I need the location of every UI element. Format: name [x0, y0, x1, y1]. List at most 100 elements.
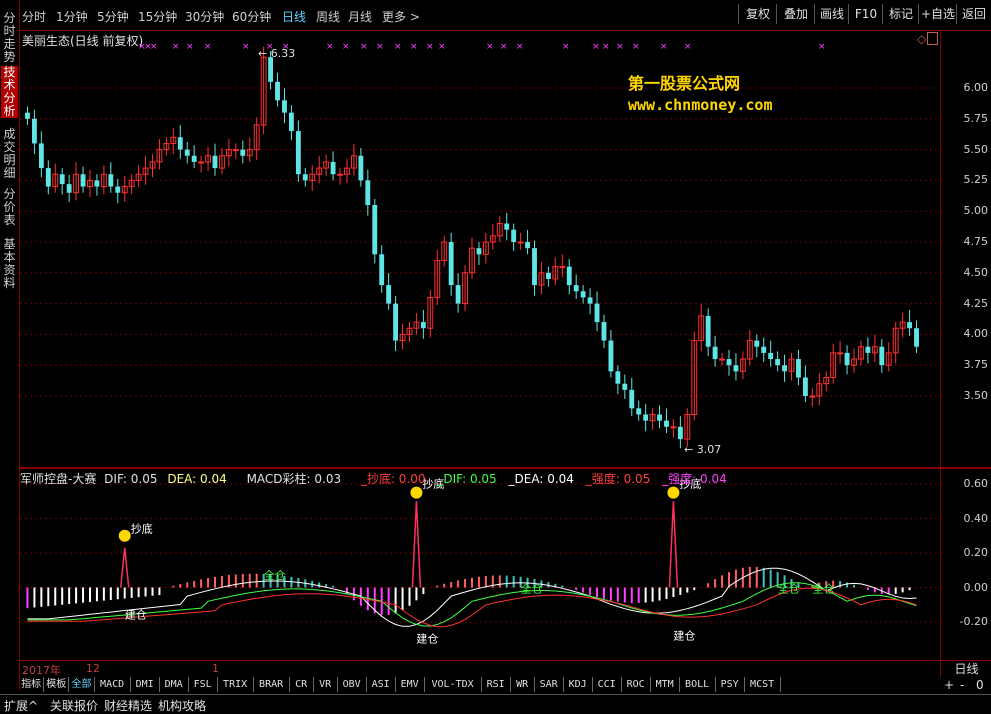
signal-marker: ×: [186, 42, 194, 52]
candle-body: [511, 229, 517, 242]
smiley-icon: [667, 486, 680, 499]
high-price-label: ← 6.33: [258, 47, 295, 60]
candle-body: [865, 346, 871, 353]
indicator-tab-voltdx[interactable]: VOL-TDX: [425, 677, 482, 692]
candle-body: [504, 223, 510, 230]
indicator-tab-macd[interactable]: MACD: [95, 677, 131, 692]
zoom-out-button[interactable]: -: [960, 678, 964, 692]
panel-divider[interactable]: [20, 467, 991, 469]
candle-body: [712, 346, 718, 360]
candle-body: [420, 322, 426, 329]
indicator-tab-dma[interactable]: DMA: [160, 677, 189, 692]
indicator-tab-kdj[interactable]: KDJ: [564, 677, 593, 692]
signal-marker: ×: [376, 42, 384, 52]
indicator-tab-cr[interactable]: CR: [290, 677, 314, 692]
candle-body: [177, 137, 183, 150]
candle-body: [670, 426, 677, 429]
indicator-tab-sar[interactable]: SAR: [535, 677, 564, 692]
tab-timeframe-30min[interactable]: 30分钟: [185, 8, 224, 25]
candle-body: [448, 242, 454, 286]
indicator-tab-asi[interactable]: ASI: [367, 677, 396, 692]
indicator-tab-cci[interactable]: CCI: [593, 677, 622, 692]
candle-body: [782, 365, 787, 372]
candle-body: [282, 100, 287, 113]
signal-marker: ×: [592, 42, 600, 52]
institution-tab[interactable]: 机构攻略: [158, 697, 206, 714]
related-quotes-tab[interactable]: 关联报价: [50, 697, 98, 714]
signal-marker: ×: [818, 42, 826, 52]
side-tab-technical[interactable]: 技术分析: [1, 66, 18, 118]
indicator-chart[interactable]: 抄底抄底 抄底建仓建仓 建仓全仓全仓 全仓 全仓: [20, 470, 940, 660]
date-month-12: 12: [86, 662, 100, 675]
side-tab-trades[interactable]: 成交明细: [1, 128, 18, 180]
signal-marker: ×: [632, 42, 640, 52]
candle-body: [629, 389, 635, 409]
indicator-tab-psy[interactable]: PSY: [716, 677, 745, 692]
indicator-tab-emv[interactable]: EMV: [396, 677, 425, 692]
indicator-tab-brar[interactable]: BRAR: [254, 677, 290, 692]
tab-timeframe-1min[interactable]: 1分钟: [56, 8, 88, 25]
indicator-tab-[interactable]: 模板: [44, 677, 70, 692]
signal-marker: ×: [282, 42, 290, 52]
indicator-tab-[interactable]: 全部: [69, 677, 95, 692]
f10-button[interactable]: F10: [848, 4, 883, 24]
indicator-tabs: 指标 模板 全部 MACD DMI DMA FSL TRIX BRAR CR VR OBV ASI EMV…: [19, 676, 781, 693]
expand-tab[interactable]: 扩展^: [4, 697, 38, 714]
window-toggle-icon[interactable]: [927, 32, 938, 45]
indicator-tab-trix[interactable]: TRIX: [218, 677, 254, 692]
signal-marker: ×: [684, 42, 692, 52]
candle-body: [525, 242, 530, 249]
price-tick: 3.50: [963, 389, 989, 402]
indicator-tab-mcst[interactable]: MCST: [745, 677, 781, 692]
indicator-tab-roc[interactable]: ROC: [622, 677, 651, 692]
zoom-in-button[interactable]: +: [944, 678, 954, 692]
candle-body: [796, 359, 801, 378]
tab-timeframe-more[interactable]: 更多 >: [382, 8, 420, 25]
mark-button[interactable]: 标记: [882, 4, 919, 24]
finance-picks-tab[interactable]: 财经精选: [104, 697, 152, 714]
smiley-icon: [410, 486, 423, 499]
candle-body: [594, 303, 600, 323]
tab-timeframe-daily[interactable]: 日线: [282, 8, 306, 25]
restore-right-button[interactable]: 复权: [738, 4, 777, 24]
candle-body: [761, 346, 767, 353]
diamond-icon[interactable]: ◇: [917, 32, 926, 46]
indicator-tab-vr[interactable]: VR: [314, 677, 338, 692]
indicator-tab-dmi[interactable]: DMI: [131, 677, 160, 692]
signal-marker: ×: [660, 42, 668, 52]
indicator-tab-[interactable]: 指标: [19, 677, 45, 692]
side-tab-fenshi[interactable]: 分时走势: [1, 12, 18, 64]
tab-timeframe-60min[interactable]: 60分钟: [232, 8, 271, 25]
draw-line-button[interactable]: 画线: [814, 4, 849, 24]
indicator-tab-obv[interactable]: OBV: [338, 677, 367, 692]
left-side-tabs: 分时走势 技术分析 成交明细 分价表 基本资料: [0, 0, 20, 690]
stock-title: 美丽生态(日线 前复权): [22, 34, 144, 48]
overlay-button[interactable]: 叠加: [776, 4, 815, 24]
candlestick-chart[interactable]: ← 6.33← 3.07××× × × × × × × × × × × × × × × × × × × × × × × × × ×: [20, 31, 940, 467]
candle-body: [268, 57, 274, 82]
tab-timeframe-weekly[interactable]: 周线: [316, 8, 340, 25]
zoom-reset-button[interactable]: 0: [976, 678, 984, 692]
side-tab-fundamentals[interactable]: 基本资料: [1, 238, 18, 290]
tab-timeframe-5min[interactable]: 5分钟: [97, 8, 129, 25]
back-button[interactable]: 返回: [956, 4, 991, 24]
indicator-strength1: _强度: 0.05: [585, 472, 651, 486]
candle-body: [657, 414, 662, 421]
candle-body: [573, 285, 579, 292]
indicator-tab-mtm[interactable]: MTM: [651, 677, 680, 692]
candle-body: [636, 408, 642, 415]
candle-body: [532, 248, 537, 286]
quancang-label: 全仓: [812, 582, 834, 596]
tab-timeframe-15min[interactable]: 15分钟: [138, 8, 177, 25]
side-tab-price-dist[interactable]: 分价表: [1, 188, 18, 227]
price-scale: ◇ 6.00 5.75 5.50 5.25 5.00 4.75 4.50 4.25 4.00 3.…: [917, 31, 991, 661]
candle-body: [608, 340, 614, 372]
tab-timeframe-fenshi[interactable]: 分时: [22, 8, 46, 25]
indicator-tab-fsl[interactable]: FSL: [189, 677, 218, 692]
tab-timeframe-monthly[interactable]: 月线: [348, 8, 372, 25]
add-watchlist-button[interactable]: +自选: [918, 4, 957, 24]
indicator-tick: -0.20: [959, 615, 988, 628]
indicator-tab-rsi[interactable]: RSI: [482, 677, 511, 692]
indicator-tab-boll[interactable]: BOLL: [680, 677, 716, 692]
indicator-tab-wr[interactable]: WR: [511, 677, 535, 692]
